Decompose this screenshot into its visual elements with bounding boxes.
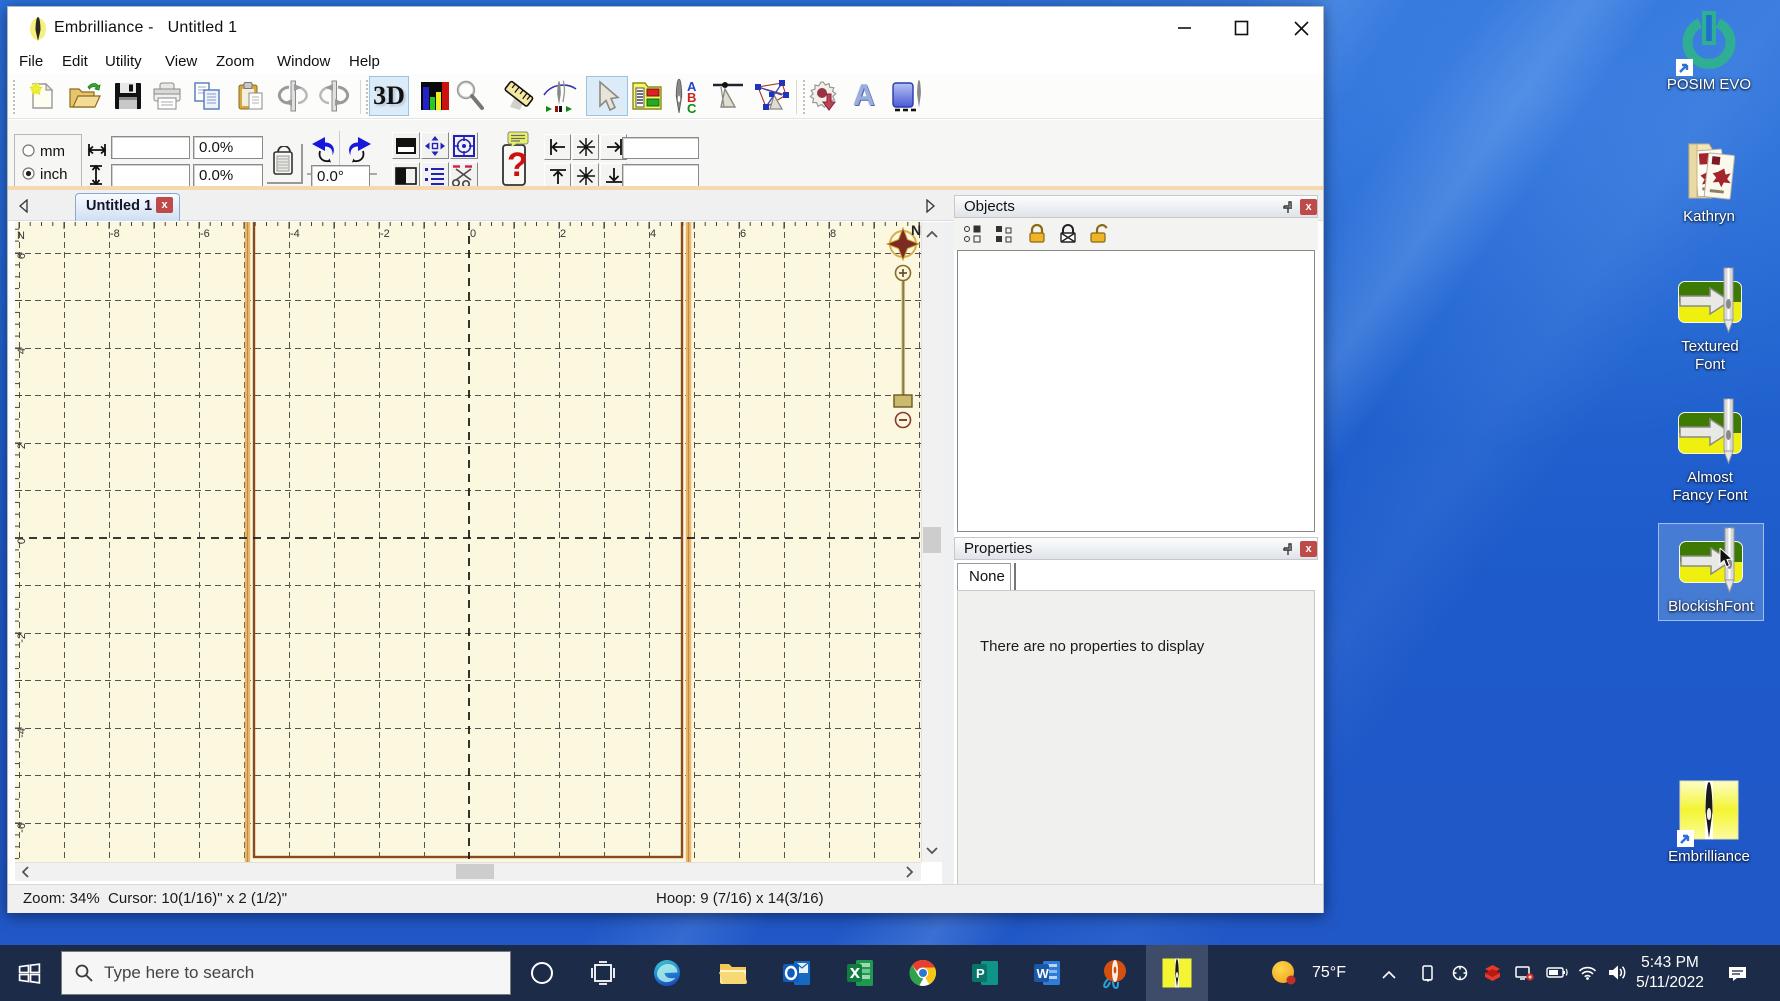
svg-text:8: 8 bbox=[830, 228, 836, 240]
svg-text:-6: -6 bbox=[16, 823, 28, 833]
svg-text:-4: -4 bbox=[16, 728, 28, 738]
svg-text:?: ? bbox=[507, 146, 528, 184]
svg-text:0: 0 bbox=[16, 538, 28, 544]
svg-text:-6: -6 bbox=[200, 228, 210, 240]
svg-text:6: 6 bbox=[740, 228, 746, 240]
svg-text:-2: -2 bbox=[380, 228, 390, 240]
svg-text:W: W bbox=[1037, 966, 1050, 981]
svg-text:-4: -4 bbox=[290, 228, 300, 240]
svg-text:C: C bbox=[687, 101, 697, 113]
svg-text:N: N bbox=[911, 222, 921, 238]
svg-text:2: 2 bbox=[560, 228, 566, 240]
svg-text:-2: -2 bbox=[16, 633, 28, 643]
svg-text:N: N bbox=[17, 230, 25, 242]
svg-text:-8: -8 bbox=[110, 228, 120, 240]
svg-text:4: 4 bbox=[650, 228, 656, 240]
svg-text:2: 2 bbox=[16, 443, 28, 449]
svg-text:P: P bbox=[976, 966, 985, 981]
svg-text:0: 0 bbox=[470, 228, 476, 240]
svg-text:4: 4 bbox=[16, 348, 28, 354]
svg-text:6: 6 bbox=[16, 253, 28, 259]
